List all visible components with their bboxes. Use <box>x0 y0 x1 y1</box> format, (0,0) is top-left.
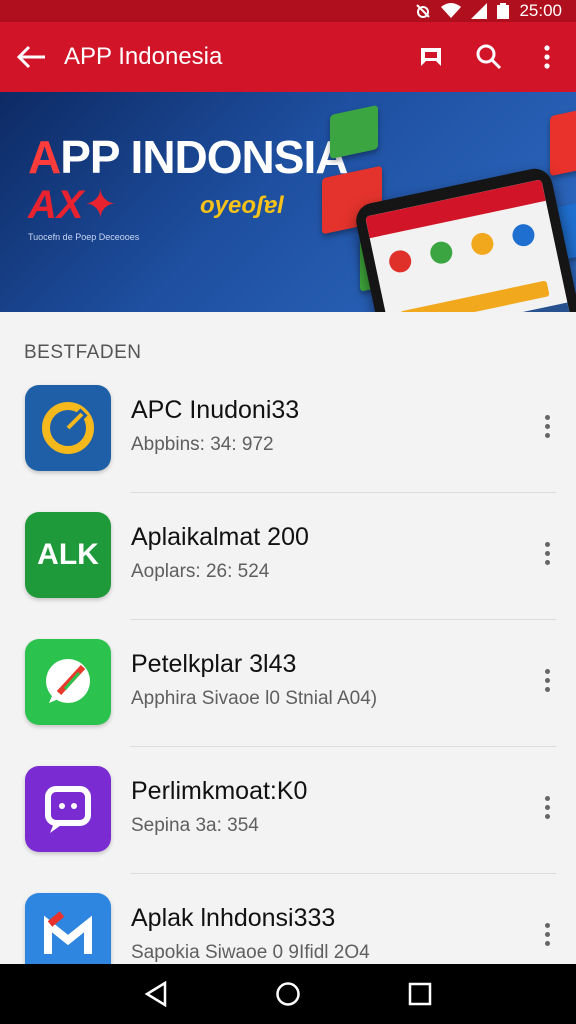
banner-tile-right <box>550 107 576 177</box>
banner-logo-text: AX✦ <box>28 183 118 227</box>
app-name: Petelkplar 3l43 <box>131 650 297 678</box>
app-list-item[interactable]: APC Inudoni33 Abpbins: 34: 972 <box>0 366 576 493</box>
alarm-off-icon <box>415 3 431 19</box>
app-list-item[interactable]: ALK Aplaikalmat 200 Aoplars: 26: 524 <box>0 493 576 620</box>
app-name: Aplaikalmat 200 <box>131 523 309 551</box>
banner-tagline: Tuocefn de Poep Deceooes <box>28 232 140 242</box>
banner-title: APP INDONSIA <box>28 131 348 183</box>
nav-recents-icon <box>408 982 432 1006</box>
item-more-icon[interactable] <box>530 660 564 700</box>
nav-back-icon <box>144 980 167 1008</box>
app-list: APC Inudoni33 Abpbins: 34: 972 ALK Aplaikal… <box>0 366 576 1001</box>
overflow-menu-button[interactable] <box>518 22 576 92</box>
app-name: Perlimkmoat:K0 <box>131 777 308 805</box>
nav-home-icon <box>276 982 300 1006</box>
alk-logo-icon: ALK <box>25 512 111 598</box>
arrow-back-icon <box>17 45 45 69</box>
app-subtitle: Sapokia Siwaoe 0 9Ifidl 2O4 <box>131 942 370 963</box>
nav-home-button[interactable] <box>264 970 312 1018</box>
app-subtitle: Abpbins: 34: 972 <box>131 434 274 455</box>
battery-icon <box>497 3 510 19</box>
search-icon <box>476 44 502 70</box>
signal-icon <box>471 3 488 19</box>
banner-tile-green <box>330 104 378 160</box>
app-name: APC Inudoni33 <box>131 396 300 424</box>
chat-bubble-icon <box>25 766 111 852</box>
item-more-icon[interactable] <box>530 914 564 954</box>
app-name: Aplak lnhdonsi333 <box>131 904 336 932</box>
item-more-icon[interactable] <box>530 787 564 827</box>
system-nav-bar <box>0 964 576 1024</box>
wifi-icon <box>441 3 462 19</box>
item-more-icon[interactable] <box>530 533 564 573</box>
banner-brand-text: oyeoʃɐl <box>200 192 284 219</box>
more-vert-icon <box>544 45 550 69</box>
app-subtitle: Apphira Sivaoe l0 Stnial A04) <box>131 688 378 709</box>
page-title: APP Indonesia <box>64 43 223 70</box>
section-title: BESTFADEN <box>24 342 142 363</box>
item-more-icon[interactable] <box>530 406 564 446</box>
promo-banner[interactable]: APP INDONSIA AX✦ oyeoʃɐl Tuocefn de Poep… <box>0 92 576 312</box>
app-bar: APP Indonesia <box>0 22 576 92</box>
status-time: 25:00 <box>519 1 562 20</box>
nav-recents-button[interactable] <box>396 970 444 1018</box>
icon-text: ALK <box>37 538 99 571</box>
store-icon <box>421 48 441 66</box>
phone-screen <box>365 179 575 312</box>
nav-back-button[interactable] <box>132 970 180 1018</box>
phone-mockup <box>352 165 576 312</box>
app-list-item[interactable]: Perlimkmoat:K0 Sepina 3a: 354 <box>0 747 576 874</box>
gauge-icon <box>25 385 111 471</box>
whatsapp-style-icon <box>25 639 111 725</box>
store-button[interactable] <box>402 22 460 92</box>
search-button[interactable] <box>460 22 518 92</box>
status-bar: 25:00 <box>0 0 576 22</box>
app-subtitle: Aoplars: 26: 524 <box>131 561 270 582</box>
app-subtitle: Sepina 3a: 354 <box>131 815 259 836</box>
back-button[interactable] <box>0 22 64 92</box>
app-list-item[interactable]: Petelkplar 3l43 Apphira Sivaoe l0 Stnial … <box>0 620 576 747</box>
